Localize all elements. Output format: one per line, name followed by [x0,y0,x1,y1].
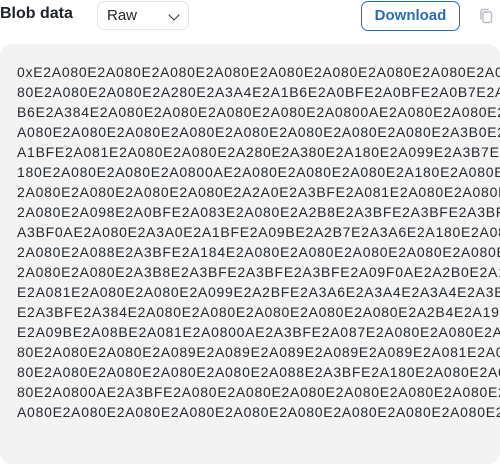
blob-line: B6E2A384E2A080E2A080E2A080E2A080E2A0800A… [17,104,500,120]
blob-line: A1BFE2A081E2A080E2A080E2A280E2A380E2A180… [17,144,500,160]
blob-line: 2A080E2A088E2A3BFE2A184E2A080E2A080E2A08… [17,244,500,260]
blob-line: A080E2A080E2A080E2A080E2A080E2A080E2A080… [17,124,500,140]
blob-line: 80E2A080E2A080E2A089E2A089E2A089E2A089E2… [17,344,500,360]
page-title: Blob data [0,5,73,22]
blob-line: E2A09BE2A08BE2A081E2A0800AE2A3BFE2A087E2… [17,324,500,340]
blob-line: 80E2A0800AE2A3BFE2A080E2A080E2A080E2A080… [17,384,500,400]
blob-line: 2A080E2A080E2A080E2A080E2A2A0E2A3BFE2A08… [17,184,500,200]
format-select-value: Raw [107,7,138,24]
blob-line: A3BF0AE2A080E2A3A0E2A1BFE2A09BE2A2B7E2A3… [17,224,500,240]
blob-line: 80E2A080E2A080E2A080E2A080E2A088E2A3BFE2… [17,364,500,380]
blob-line: 180E2A080E2A080E2A0800AE2A080E2A080E2A08… [17,164,500,180]
copy-icon[interactable] [479,8,493,24]
blob-line: E2A3BFE2A384E2A080E2A080E2A080E2A080E2A0… [17,304,500,320]
format-select[interactable]: Raw [97,1,189,30]
blob-line: 80E2A080E2A080E2A280E2A3A4E2A1B6E2A0BFE2… [17,84,500,100]
blob-line: A080E2A080E2A080E2A080E2A080E2A080E2A080… [17,404,500,420]
blob-line: 2A080E2A080E2A3B8E2A3BFE2A3BFE2A3BFE2A09… [17,264,500,280]
blob-line: 2A080E2A098E2A0BFE2A083E2A080E2A2B8E2A3B… [17,204,500,220]
blob-line: E2A081E2A080E2A080E2A099E2A2BFE2A3A6E2A3… [17,284,500,300]
blob-content-panel: 0xE2A080E2A080E2A080E2A080E2A080E2A080E2… [0,44,500,464]
download-button[interactable]: Download [361,1,460,31]
blob-hex-text: 0xE2A080E2A080E2A080E2A080E2A080E2A080E2… [17,62,500,422]
chevron-down-icon [168,9,180,21]
blob-line: 0xE2A080E2A080E2A080E2A080E2A080E2A080E2… [17,64,500,80]
